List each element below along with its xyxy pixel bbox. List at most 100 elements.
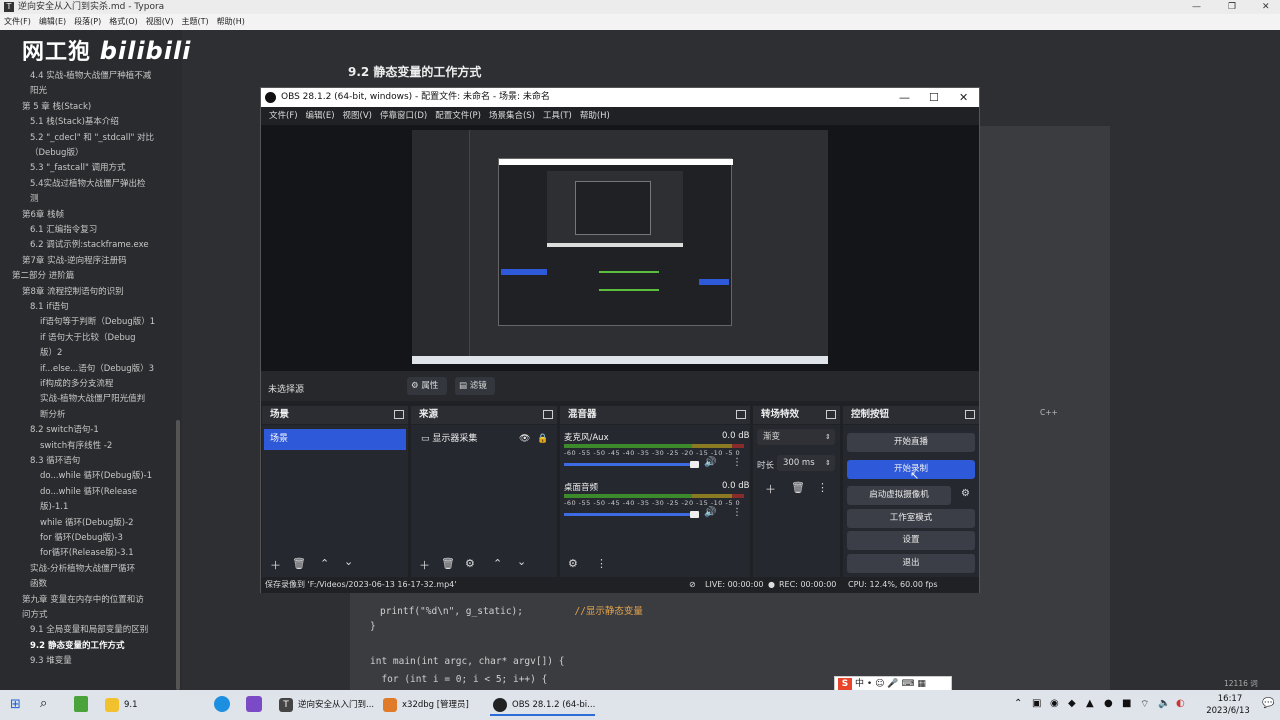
ime-mode[interactable]: 中 <box>855 679 864 689</box>
tray-app-icon[interactable]: ■ <box>1122 698 1131 709</box>
punctuation-icon[interactable]: • <box>867 679 872 689</box>
tray-app-icon[interactable]: ▣ <box>1032 698 1041 709</box>
minimize-icon[interactable]: — <box>899 88 910 107</box>
outline-item[interactable]: 4.4 实战-植物大战僵尸种植不减 <box>30 71 151 82</box>
menu-item[interactable]: 文件(F) <box>265 107 302 125</box>
mic-icon[interactable]: 🎤 <box>887 679 898 689</box>
outline-item[interactable]: 函数 <box>30 579 47 590</box>
tray-app-icon[interactable]: ▲ <box>1086 698 1094 709</box>
volume-slider-handle[interactable] <box>690 511 699 518</box>
menu-item[interactable]: 编辑(E) <box>35 14 70 30</box>
menu-item[interactable]: 停靠窗口(D) <box>376 107 431 125</box>
start-streaming-button[interactable]: 开始直播 <box>847 433 975 452</box>
search-icon[interactable]: ⌕ <box>40 696 47 711</box>
source-list-item[interactable]: ▭ 显示器采集 👁 🔒 <box>413 429 555 450</box>
outline-item[interactable]: 8.2 switch语句-1 <box>30 425 99 436</box>
menu-item[interactable]: 文件(F) <box>0 14 35 30</box>
volume-slider[interactable] <box>564 463 694 466</box>
duration-spinbox[interactable]: 300 ms ⇕ <box>777 455 835 471</box>
start-virtual-camera-button[interactable]: 启动虚拟摄像机 <box>847 486 951 505</box>
volume-icon[interactable]: 🔈 <box>1158 698 1170 709</box>
trash-icon[interactable]: 🗑 <box>791 481 805 494</box>
minimize-icon[interactable]: — <box>1192 0 1201 14</box>
add-icon[interactable]: ＋ <box>270 557 281 573</box>
outline-item[interactable]: if 语句大于比较（Debug <box>40 333 136 344</box>
outline-item[interactable]: 第8章 流程控制语句的识别 <box>22 287 124 298</box>
more-vertical-icon[interactable]: ⋮ <box>596 557 607 570</box>
close-icon[interactable]: ✕ <box>1262 0 1270 14</box>
outline-item[interactable]: switch有序线性 -2 <box>40 441 112 452</box>
word-count[interactable]: 12116 词 <box>1224 678 1258 689</box>
add-icon[interactable]: ＋ <box>419 557 430 573</box>
menu-item[interactable]: 场景集合(S) <box>485 107 539 125</box>
trash-icon[interactable]: 🗑 <box>292 557 306 570</box>
chevron-up-icon[interactable]: ⌃ <box>493 557 502 570</box>
tray-app-icon[interactable]: ● <box>1104 698 1113 709</box>
outline-item[interactable]: 第 5 章 栈(Stack) <box>22 102 91 113</box>
outline-item[interactable]: 6.2 调试示例:stackframe.exe <box>30 240 149 251</box>
menu-item[interactable]: 格式(O) <box>105 14 142 30</box>
undock-icon[interactable] <box>543 410 553 419</box>
outline-item[interactable]: 5.2 "_cdecl" 和 "_stdcall" 对比 <box>30 133 154 144</box>
outline-item[interactable]: 5.1 栈(Stack)基本介绍 <box>30 117 119 128</box>
transition-select[interactable]: 渐变 ⇕ <box>757 429 835 445</box>
speaker-icon[interactable]: 🔊 <box>704 457 716 468</box>
undock-icon[interactable] <box>736 410 746 419</box>
outline-item[interactable]: 测 <box>30 194 39 205</box>
maximize-icon[interactable]: ❐ <box>1228 0 1236 14</box>
emoji-icon[interactable]: ☺ <box>875 679 884 689</box>
exit-button[interactable]: 退出 <box>847 554 975 573</box>
edge-browser-icon[interactable] <box>214 696 230 712</box>
gear-icon[interactable]: ⚙ <box>465 557 475 570</box>
outline-item[interactable]: if构成的多分支流程 <box>40 379 113 390</box>
add-icon[interactable]: ＋ <box>765 481 776 497</box>
notepad-app-icon[interactable] <box>74 696 88 712</box>
menu-item[interactable]: 视图(V) <box>339 107 376 125</box>
chevron-down-icon[interactable]: ⌄ <box>517 555 526 568</box>
visual-studio-icon[interactable] <box>246 696 262 712</box>
keyboard-icon[interactable]: ⌨ <box>901 679 914 689</box>
menu-item[interactable]: 编辑(E) <box>302 107 339 125</box>
gear-icon[interactable]: ⚙ <box>961 488 970 499</box>
chevron-up-icon[interactable]: ⌃ <box>1014 698 1022 709</box>
speaker-icon[interactable]: 🔊 <box>704 507 716 518</box>
studio-mode-button[interactable]: 工作室模式 <box>847 509 975 528</box>
outline-item[interactable]: 断分析 <box>40 410 66 421</box>
outline-item[interactable]: while 循环(Debug版)-2 <box>40 518 134 529</box>
menu-item[interactable]: 帮助(H) <box>576 107 614 125</box>
clock-time[interactable]: 16:17 <box>1208 694 1252 704</box>
volume-slider-handle[interactable] <box>690 461 699 468</box>
outline-item[interactable]: 版）2 <box>40 348 62 359</box>
outline-item[interactable]: for 循环(Debug版)-3 <box>40 533 123 544</box>
undock-icon[interactable] <box>826 410 836 419</box>
more-vertical-icon[interactable]: ⋮ <box>732 457 742 468</box>
outline-item[interactable]: 问方式 <box>22 610 48 621</box>
maximize-icon[interactable]: ☐ <box>929 88 939 107</box>
lock-icon[interactable]: 🔒 <box>537 429 548 450</box>
menu-item[interactable]: 工具(T) <box>539 107 576 125</box>
outline-item[interactable]: 9.1 全局变量和局部变量的区别 <box>30 625 148 636</box>
taskbar-app-folder[interactable]: 9.1 <box>102 694 138 716</box>
properties-button[interactable]: ⚙ 属性 <box>407 377 447 395</box>
volume-slider[interactable] <box>564 513 694 516</box>
scene-list-item[interactable]: 场景 <box>264 429 406 450</box>
outline-item[interactable]: 8.3 循环语句 <box>30 456 80 467</box>
taskbar-app-obs[interactable]: OBS 28.1.2 (64-bi... <box>490 694 596 716</box>
more-vertical-icon[interactable]: ⋮ <box>732 507 742 518</box>
preview-canvas[interactable] <box>412 130 828 364</box>
outline-item[interactable]: 5.4实战过植物大战僵尸弹出检 <box>30 179 146 190</box>
gear-icon[interactable]: ⚙ <box>568 557 578 570</box>
outline-item[interactable]: 版)-1.1 <box>40 502 68 513</box>
more-vertical-icon[interactable]: ⋮ <box>817 481 828 494</box>
skin-icon[interactable]: ▦ <box>917 679 926 689</box>
outline-item[interactable]: do...while 循环(Release <box>40 487 137 498</box>
outline-item[interactable]: 6.1 汇编指令复习 <box>30 225 97 236</box>
clock-date[interactable]: 2023/6/13 <box>1200 706 1256 716</box>
tray-app-icon[interactable]: ◉ <box>1050 698 1059 709</box>
outline-item[interactable]: （Debug版） <box>30 148 83 159</box>
undock-icon[interactable] <box>965 410 975 419</box>
preview-area[interactable] <box>261 125 979 371</box>
outline-item[interactable]: 第6章 栈帧 <box>22 210 64 221</box>
menu-item[interactable]: 段落(P) <box>70 14 105 30</box>
tray-app-icon[interactable]: ◐ <box>1176 698 1185 709</box>
